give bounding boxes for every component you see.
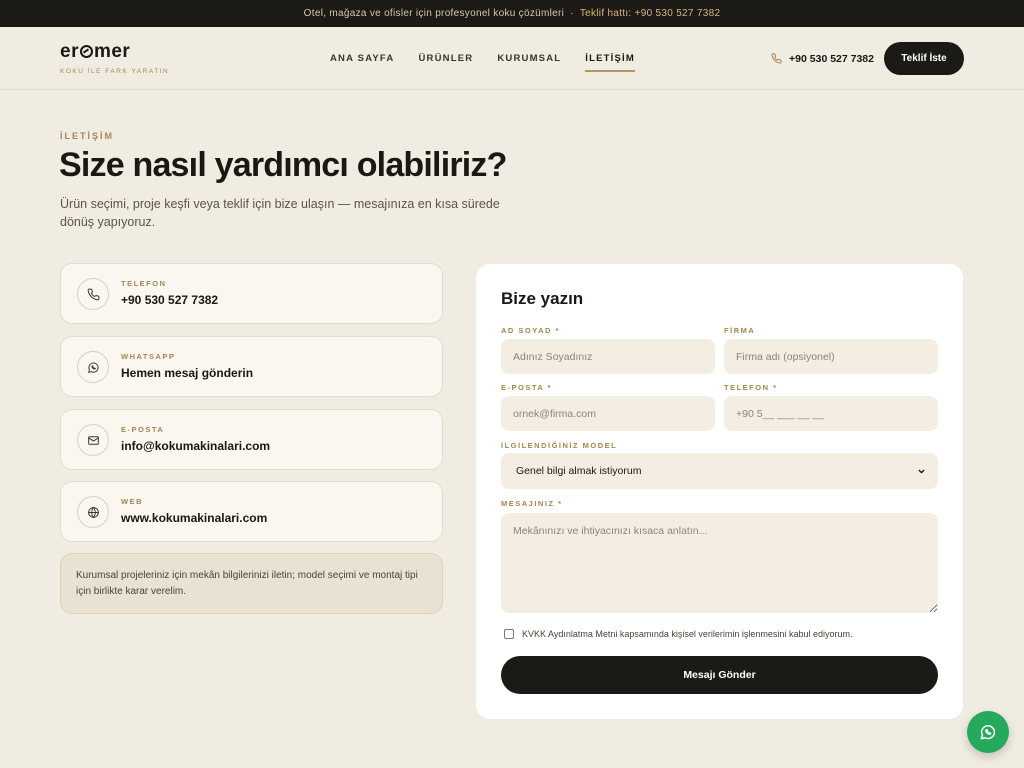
- message-label: MESAJINIZ *: [501, 499, 563, 508]
- contact-card-phone[interactable]: TELEFON +90 530 527 7382: [60, 263, 443, 324]
- company-label: FİRMA: [724, 326, 756, 335]
- submit-button[interactable]: Mesajı Gönder: [501, 656, 938, 694]
- consent-row: KVKK Aydınlatma Metni kapsamında kişisel…: [504, 629, 852, 639]
- site-header: er mer KOKU İLE FARK YARATIN ANA SAYFA ÜR…: [0, 27, 1024, 90]
- header-actions: +90 530 527 7382 Teklif İste: [771, 42, 964, 75]
- page-title: Size nasıl yardımcı olabiliriz?: [59, 146, 507, 184]
- announcement-bar: Otel, mağaza ve ofisler için profesyonel…: [0, 0, 1024, 27]
- whatsapp-icon: [87, 362, 99, 373]
- contact-value: Hemen mesaj gönderin: [121, 366, 254, 380]
- message-field[interactable]: [501, 513, 938, 613]
- contact-value: www.kokumakinalari.com: [121, 511, 268, 525]
- mail-icon: [87, 435, 99, 445]
- email-label: E-POSTA *: [501, 383, 553, 392]
- whatsapp-icon: [980, 725, 996, 740]
- name-label: AD SOYAD *: [501, 326, 560, 335]
- contact-label: WEB: [121, 497, 143, 506]
- nav-corporate[interactable]: KURUMSAL: [497, 49, 561, 68]
- nav-contact[interactable]: İLETİŞİM: [585, 49, 635, 72]
- page-intro: Ürün seçimi, proje keşfi veya teklif içi…: [60, 197, 500, 229]
- company-field[interactable]: [724, 339, 938, 374]
- header-phone-link[interactable]: +90 530 527 7382: [771, 53, 874, 65]
- contact-form: Bize yazın AD SOYAD * FİRMA E-POSTA * TE…: [476, 264, 963, 719]
- request-quote-button[interactable]: Teklif İste: [884, 42, 964, 75]
- nav-products[interactable]: ÜRÜNLER: [418, 49, 473, 68]
- contact-label: WHATSAPP: [121, 352, 176, 361]
- nav-home[interactable]: ANA SAYFA: [330, 49, 394, 68]
- globe-icon: [87, 506, 99, 518]
- section-label: İLETİŞİM: [60, 131, 114, 141]
- logo-mark-icon: [79, 45, 93, 58]
- phone-label: TELEFON *: [724, 383, 778, 392]
- info-note: Kurumsal projeleriniz için mekân bilgile…: [60, 553, 443, 614]
- email-field[interactable]: [501, 396, 715, 431]
- phone-icon: [87, 288, 99, 300]
- model-select-value: Genel bilgi almak istiyorum: [516, 465, 642, 477]
- model-select[interactable]: Genel bilgi almak istiyorum: [501, 453, 938, 489]
- contact-label: E-POSTA: [121, 425, 165, 434]
- contact-card-email[interactable]: E-POSTA info@kokumakinalari.com: [60, 409, 443, 470]
- consent-text: KVKK Aydınlatma Metni kapsamında kişisel…: [522, 629, 853, 639]
- contact-value: info@kokumakinalari.com: [121, 439, 271, 453]
- header-phone-text: +90 530 527 7382: [789, 52, 874, 65]
- name-field[interactable]: [501, 339, 715, 374]
- contact-card-whatsapp[interactable]: WHATSAPP Hemen mesaj gönderin: [60, 336, 443, 397]
- logo[interactable]: er mer KOKU İLE FARK YARATIN: [60, 42, 200, 75]
- main-nav: ANA SAYFA ÜRÜNLER KURUMSAL İLETİŞİM: [330, 27, 635, 90]
- form-title: Bize yazın: [501, 289, 584, 308]
- contact-value: +90 530 527 7382: [121, 293, 219, 307]
- announcement-separator: ·: [570, 8, 574, 19]
- logo-wordmark: er mer: [60, 40, 131, 62]
- chevron-down-icon: [918, 469, 925, 473]
- contact-label: TELEFON: [121, 279, 167, 288]
- phone-icon: [771, 53, 782, 64]
- contact-card-web[interactable]: WEB www.kokumakinalari.com: [60, 481, 443, 542]
- logo-tagline: KOKU İLE FARK YARATIN: [60, 67, 170, 75]
- announcement-hotline[interactable]: Teklif hattı: +90 530 527 7382: [580, 8, 721, 19]
- phone-field[interactable]: [724, 396, 938, 431]
- model-label: İLGİLENDİĞİNİZ MODEL: [501, 441, 618, 450]
- announcement-text: Otel, mağaza ve ofisler için profesyonel…: [303, 8, 565, 19]
- whatsapp-float-button[interactable]: [967, 711, 1009, 753]
- consent-checkbox[interactable]: [504, 629, 514, 639]
